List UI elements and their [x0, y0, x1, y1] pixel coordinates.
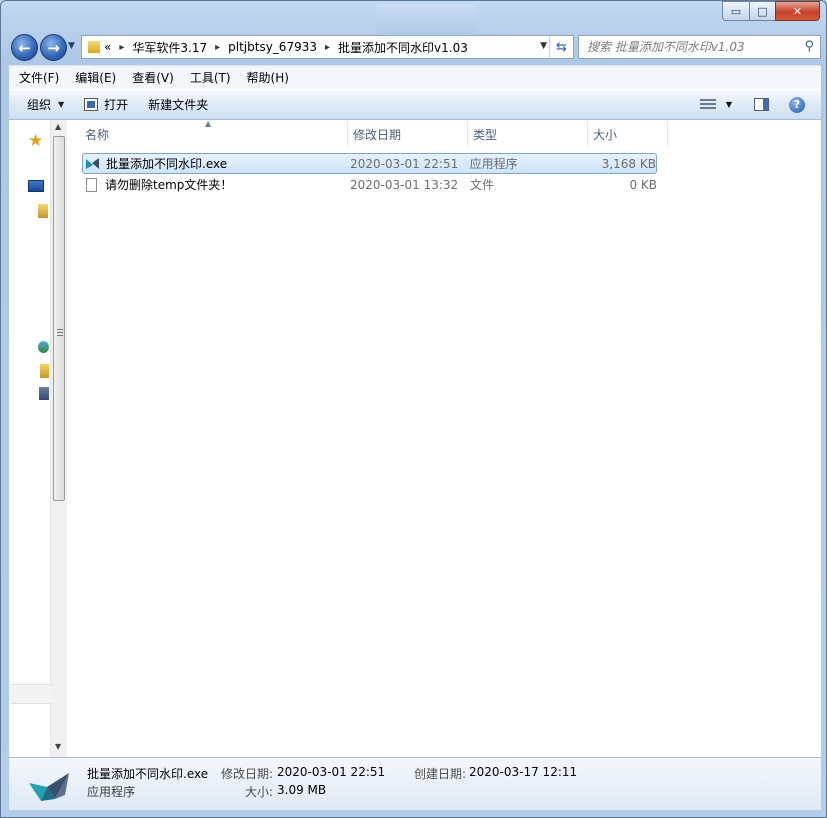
grip-icon: [57, 329, 63, 337]
file-size: 3,168 KB: [601, 156, 656, 171]
arrow-left-icon: ←: [18, 38, 31, 57]
menu-tools[interactable]: 工具(T): [182, 69, 239, 86]
preview-pane-icon[interactable]: [754, 98, 769, 111]
column-header-size[interactable]: 大小: [588, 121, 668, 147]
scrollbar-thumb[interactable]: [53, 136, 65, 501]
address-history-dropdown[interactable]: ▼: [540, 41, 547, 51]
details-modified-label: 修改日期:: [221, 767, 274, 781]
new-folder-label: 新建文件夹: [148, 98, 209, 112]
crane-app-icon: [86, 157, 100, 170]
open-button[interactable]: 打开: [74, 90, 138, 119]
command-bar: 组织 ▼ 打开 新建文件夹 ▼ ?: [9, 89, 821, 120]
scroll-up-icon[interactable]: ▲: [55, 122, 61, 131]
splitter-band: [10, 684, 51, 704]
details-file-type: 应用程序: [87, 785, 136, 799]
column-header-name[interactable]: 名称: [80, 121, 348, 147]
refresh-icon: ⇆: [556, 39, 567, 55]
breadcrumb-separator-icon[interactable]: ▸: [215, 42, 220, 53]
help-icon[interactable]: ?: [789, 96, 805, 113]
explorer-window: ▭ □ ✕ ← → ▼ « ▸ 华军软件3.17 ▸ pltjbtsy_6793…: [0, 0, 827, 818]
details-created-label: 创建日期:: [414, 767, 467, 781]
navigation-row: ← → ▼ « ▸ 华军软件3.17 ▸ pltjbtsy_67933 ▸ 批量…: [9, 33, 821, 61]
refresh-button[interactable]: ⇆: [549, 36, 573, 58]
crane-app-icon: [29, 773, 69, 801]
search-icon[interactable]: ⚲: [804, 39, 814, 54]
close-button[interactable]: ✕: [775, 1, 820, 21]
details-created-value: 2020-03-17 12:11: [469, 765, 578, 779]
file-name-cell: 批量添加不同水印.exe: [83, 155, 348, 172]
caption-buttons: ▭ □ ✕: [722, 1, 820, 21]
folder-icon: [88, 41, 100, 53]
forward-button[interactable]: →: [40, 34, 67, 61]
file-rows: 批量添加不同水印.exe 2020-03-01 22:51 应用程序 3,168…: [82, 153, 657, 195]
breadcrumb-item[interactable]: 华军软件3.17: [132, 39, 207, 56]
details-size-value: 3.09 MB: [277, 783, 327, 797]
details-pane: 批量添加不同水印.exe 应用程序 修改日期: 2020-03-01 22:51…: [9, 757, 821, 810]
column-header-label: 大小: [593, 127, 618, 142]
breadcrumb-item[interactable]: 批量添加不同水印v1.03: [338, 39, 468, 56]
search-box[interactable]: ⚲: [578, 35, 821, 59]
open-label: 打开: [104, 98, 129, 112]
details-size-label: 大小:: [245, 785, 274, 799]
arrow-right-icon: →: [47, 38, 60, 57]
details-file-name: 批量添加不同水印.exe: [87, 767, 209, 781]
folder-icon[interactable]: [40, 364, 49, 378]
recent-pages-dropdown[interactable]: ▼: [68, 41, 75, 51]
file-name: 批量添加不同水印.exe: [106, 157, 228, 171]
favorites-star-icon[interactable]: ★: [28, 131, 43, 151]
minimize-button[interactable]: ▭: [722, 1, 749, 21]
libraries-icon[interactable]: [38, 204, 48, 218]
file-row[interactable]: 请勿删除temp文件夹！ 2020-03-01 13:32 文件 0 KB: [82, 174, 657, 195]
computer-icon[interactable]: [39, 387, 49, 400]
menu-edit[interactable]: 编辑(E): [67, 69, 124, 86]
breadcrumb-item[interactable]: pltjbtsy_67933: [228, 40, 317, 54]
file-modified: 2020-03-01 22:51: [350, 156, 459, 171]
column-header-label: 类型: [473, 127, 498, 142]
file-size: 0 KB: [629, 177, 657, 192]
file-row[interactable]: 批量添加不同水印.exe 2020-03-01 22:51 应用程序 3,168…: [82, 153, 657, 174]
column-headers: 名称 修改日期 类型 大小 ▲: [80, 119, 668, 147]
breadcrumb-separator-icon[interactable]: ▸: [119, 42, 124, 53]
new-folder-button[interactable]: 新建文件夹: [138, 90, 218, 119]
desktop-icon[interactable]: [28, 180, 44, 192]
open-icon: [84, 98, 99, 111]
breadcrumb-separator-icon[interactable]: ▸: [325, 42, 330, 53]
details-modified-value: 2020-03-01 22:51: [277, 765, 386, 779]
organize-button[interactable]: 组织 ▼: [9, 90, 74, 119]
organize-label: 组织: [27, 98, 52, 112]
views-dropdown-icon[interactable]: ▼: [726, 100, 732, 109]
file-modified: 2020-03-01 13:32: [350, 177, 459, 192]
file-list-pane: 名称 修改日期 类型 大小 ▲ 批量添加不同水印.exe 2020-03-01 …: [68, 119, 821, 757]
menu-bar: 文件(F) 编辑(E) 查看(V) 工具(T) 帮助(H): [9, 65, 821, 89]
background-window-button: [377, 4, 475, 34]
file-name: 请勿删除temp文件夹！: [105, 178, 233, 192]
views-icon[interactable]: [699, 98, 716, 111]
content-area: ★ ▲ ▼ 名称 修改日期 类型 大小 ▲ 批量添加不同水印.exe 2020-…: [9, 119, 821, 757]
file-name-cell: 请勿删除temp文件夹！: [82, 176, 348, 193]
menu-help[interactable]: 帮助(H): [239, 69, 297, 86]
navigation-scrollbar[interactable]: ▲ ▼: [10, 120, 67, 757]
menu-view[interactable]: 查看(V): [124, 69, 182, 86]
chevron-down-icon: ▼: [58, 100, 65, 109]
menu-file[interactable]: 文件(F): [11, 69, 67, 86]
maximize-button[interactable]: □: [749, 1, 775, 21]
scroll-down-icon[interactable]: ▼: [55, 742, 61, 751]
navigation-pane: ★ ▲ ▼: [9, 120, 67, 757]
column-header-label: 名称: [85, 127, 110, 142]
title-bar[interactable]: ▭ □ ✕: [1, 1, 826, 34]
column-header-modified[interactable]: 修改日期: [348, 121, 468, 147]
sort-ascending-icon: ▲: [205, 119, 212, 128]
column-header-type[interactable]: 类型: [468, 121, 588, 147]
search-input[interactable]: [587, 40, 792, 54]
column-header-label: 修改日期: [353, 127, 402, 142]
homegroup-icon[interactable]: [38, 341, 49, 353]
address-bar[interactable]: « ▸ 华军软件3.17 ▸ pltjbtsy_67933 ▸ 批量添加不同水印…: [81, 35, 574, 59]
file-type: 文件: [470, 178, 495, 192]
view-controls: ▼ ?: [699, 90, 821, 119]
breadcrumb-overflow[interactable]: «: [104, 40, 111, 54]
breadcrumb: « ▸ 华军软件3.17 ▸ pltjbtsy_67933 ▸ 批量添加不同水印…: [104, 39, 468, 56]
file-type: 应用程序: [469, 157, 518, 171]
back-button[interactable]: ←: [11, 34, 38, 61]
blank-file-icon: [86, 177, 97, 192]
